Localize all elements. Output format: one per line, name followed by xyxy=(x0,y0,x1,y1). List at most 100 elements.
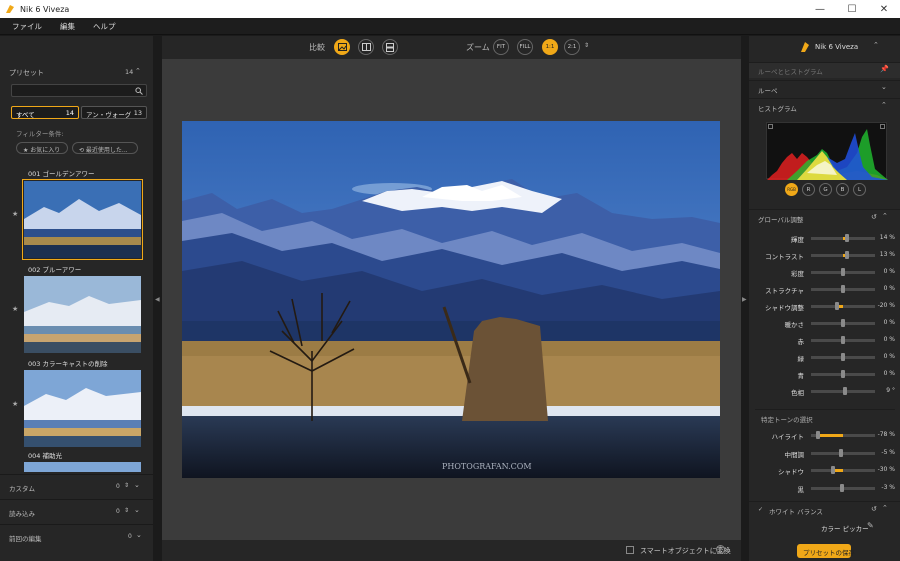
previous-edit-section[interactable]: 前回の編集 xyxy=(9,533,42,543)
slider-knob[interactable] xyxy=(839,448,844,457)
tab-avant-vogue[interactable]: アン・ヴォーグ 13 xyxy=(81,106,147,119)
reset-icon[interactable]: ↺ xyxy=(871,213,877,221)
chevron-up-icon[interactable]: ⌃ xyxy=(882,212,888,220)
pin-icon[interactable]: 📌 xyxy=(880,65,889,73)
presets-count: 14 xyxy=(125,68,134,76)
preset-thumb-005[interactable] xyxy=(24,462,141,472)
sort-icon[interactable]: ⇕ xyxy=(124,482,129,489)
chevron-down-icon[interactable]: ⌄ xyxy=(136,531,142,539)
split-image-icon xyxy=(361,43,371,51)
slider-knob[interactable] xyxy=(845,251,850,259)
left-panel-toggle[interactable]: ◀ xyxy=(153,36,162,561)
slider-value: -78 % xyxy=(877,431,895,438)
compare-label: 比較 xyxy=(309,43,325,52)
zoom-1-1-button[interactable]: 1:1 xyxy=(542,39,558,55)
slider-knob[interactable] xyxy=(834,302,839,310)
side-by-side-button[interactable] xyxy=(382,39,398,55)
slider-knob[interactable] xyxy=(845,234,850,242)
top-toolbar: 比較 ズーム FIT FILL 1:1 2:1 ⇕ xyxy=(162,36,741,59)
slider-knob[interactable] xyxy=(842,387,847,395)
reset-icon[interactable]: ↺ xyxy=(871,505,877,513)
hist-channel-l[interactable]: L xyxy=(853,183,866,196)
image-canvas[interactable]: PHOTOGRAFAN.COM xyxy=(162,59,741,540)
filter-label: フィルター条件: xyxy=(16,130,64,138)
slider-value: 0 % xyxy=(883,353,895,360)
slider-value: -30 % xyxy=(877,466,895,473)
slider-label: 輝度 xyxy=(791,236,804,244)
preset-label-004[interactable]: 004 補助光 xyxy=(28,450,62,460)
import-section[interactable]: 読み込み xyxy=(9,508,35,518)
highlight-clip-toggle[interactable] xyxy=(880,124,885,129)
eyedropper-icon[interactable]: ✎ xyxy=(867,521,874,530)
global-adjust-header[interactable]: グローバル調整 ↺ ⌃ xyxy=(749,209,900,225)
histogram-header[interactable]: ヒストグラム ⌃ xyxy=(749,98,900,114)
sort-icon[interactable]: ⇕ xyxy=(124,507,129,514)
checkmark-icon[interactable]: ✓ xyxy=(758,506,763,513)
loupe-histogram-header[interactable]: ルーペとヒストグラム 📌 xyxy=(749,62,900,78)
chevron-down-icon[interactable]: ⌄ xyxy=(881,83,887,91)
hist-channel-g[interactable]: G xyxy=(819,183,832,196)
slider-knob[interactable] xyxy=(841,285,845,293)
recent-filter-button[interactable]: ⟲ 最近使用した... xyxy=(72,142,138,154)
single-view-button[interactable] xyxy=(334,39,350,55)
minimize-button[interactable]: — xyxy=(804,0,836,18)
slider-knob[interactable] xyxy=(841,268,845,276)
slider-value: 13 % xyxy=(879,251,895,258)
menu-help[interactable]: ヘルプ xyxy=(93,21,116,32)
custom-section[interactable]: カスタム xyxy=(9,483,35,493)
slider-knob[interactable] xyxy=(841,370,845,378)
preset-label-001[interactable]: 001 ゴールデンアワー xyxy=(28,168,94,178)
maximize-button[interactable]: ☐ xyxy=(836,0,868,18)
zoom-2-1-button[interactable]: 2:1 xyxy=(564,39,580,55)
favorites-filter-button[interactable]: ★ お気に入り xyxy=(16,142,68,154)
preset-label-003[interactable]: 003 カラーキャストの削除 xyxy=(28,358,107,368)
photo-preview[interactable]: PHOTOGRAFAN.COM xyxy=(182,121,720,478)
smart-object-checkbox[interactable] xyxy=(626,546,634,554)
preset-thumb-002[interactable] xyxy=(24,181,141,261)
previous-edit-count: 0 xyxy=(128,533,132,540)
tab-all[interactable]: すべて 14 xyxy=(11,106,79,119)
slider-knob[interactable] xyxy=(831,466,836,474)
collapse-icon[interactable]: ⌃ xyxy=(873,41,879,49)
star-icon[interactable]: ★ xyxy=(12,305,18,313)
preset-search-input[interactable] xyxy=(11,84,147,97)
slider-knob[interactable] xyxy=(841,353,845,361)
chevron-down-icon[interactable]: ⌄ xyxy=(134,506,140,514)
zoom-stepper-icon[interactable]: ⇕ xyxy=(584,42,589,49)
split-view-button[interactable] xyxy=(358,39,374,55)
star-icon[interactable]: ★ xyxy=(12,400,18,408)
chevron-up-icon[interactable]: ⌃ xyxy=(881,101,887,109)
chevron-right-icon[interactable]: ▶ xyxy=(742,296,747,303)
preset-label-002[interactable]: 002 ブルーアワー xyxy=(28,264,81,274)
slider-knob[interactable] xyxy=(841,336,845,344)
chevron-up-icon[interactable]: ⌃ xyxy=(135,67,141,75)
chevron-left-icon[interactable]: ◀ xyxy=(155,296,160,303)
slider-knob[interactable] xyxy=(840,483,845,492)
hist-channel-r[interactable]: R xyxy=(802,183,815,196)
zoom-fit-button[interactable]: FIT xyxy=(493,39,509,55)
right-panel-toggle[interactable]: ▶ xyxy=(741,36,749,561)
save-preset-button[interactable]: プリセットの保存 xyxy=(797,544,855,558)
slider-knob[interactable] xyxy=(841,319,845,327)
menu-file[interactable]: ファイル xyxy=(12,21,42,32)
slider-knob[interactable] xyxy=(816,431,821,439)
slider-value: -20 % xyxy=(877,302,895,309)
preset-thumb-003[interactable] xyxy=(24,276,141,356)
help-icon[interactable]: ? xyxy=(716,545,725,554)
close-button[interactable]: ✕ xyxy=(868,0,900,18)
hist-channel-rgb[interactable]: RGB xyxy=(785,183,798,196)
chevron-down-icon[interactable]: ⌄ xyxy=(134,481,140,489)
slider-label: 暖かさ xyxy=(784,321,805,329)
preset-thumb-004[interactable] xyxy=(24,370,141,450)
white-balance-header[interactable]: ✓ ホワイト バランス ↺ ⌃ xyxy=(749,501,900,517)
chevron-up-icon[interactable]: ⌃ xyxy=(882,504,888,512)
loupe-header[interactable]: ルーペ ⌄ xyxy=(749,80,900,96)
slider-label: 黒 xyxy=(797,485,805,494)
hist-channel-b[interactable]: B xyxy=(836,183,849,196)
shadow-clip-toggle[interactable] xyxy=(768,124,773,129)
menu-edit[interactable]: 編集 xyxy=(60,21,75,32)
star-icon[interactable]: ★ xyxy=(12,210,18,218)
zoom-fill-button[interactable]: FILL xyxy=(517,39,533,55)
slider-value: 0 % xyxy=(883,268,895,275)
slider-value: 0 % xyxy=(883,285,895,292)
